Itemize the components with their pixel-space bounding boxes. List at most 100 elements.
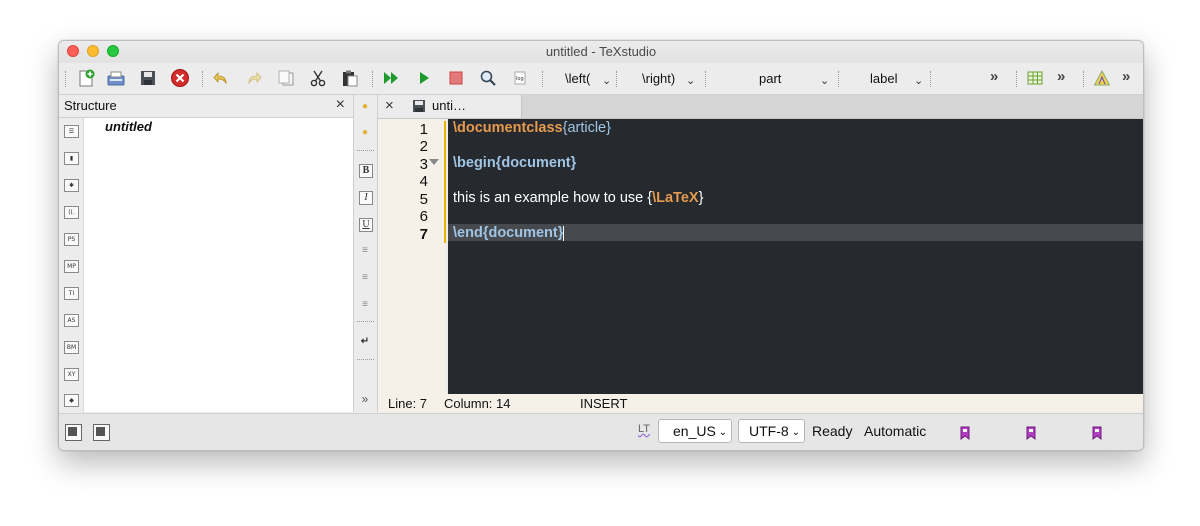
structure-title: Structure [64, 98, 117, 113]
cut-icon[interactable] [307, 67, 329, 89]
plain-text: this is an example how to use { [453, 190, 653, 206]
tab-untitled[interactable]: × unti… [378, 95, 522, 118]
structure-header: Structure × [59, 95, 353, 118]
environment-argument: {document} [495, 155, 577, 171]
paste-icon[interactable] [339, 67, 361, 89]
compile-mode-text[interactable]: Automatic [864, 423, 926, 439]
sectioning-value: part [759, 71, 782, 86]
close-icon[interactable]: × [336, 96, 345, 114]
structure-view-icon[interactable]: ☰ [64, 125, 79, 138]
pstricks-icon[interactable]: PS [64, 233, 79, 246]
toggle-messages-button[interactable] [93, 424, 110, 441]
line-number: 4 [419, 173, 428, 190]
compile-icon[interactable] [413, 67, 435, 89]
line-number: 2 [419, 138, 428, 155]
right-delimiter-combo[interactable]: \right) ⌄ [642, 68, 702, 90]
line-number: 6 [419, 208, 428, 225]
toolbar-separator [357, 150, 374, 151]
toolbar-separator [930, 71, 933, 87]
toolbar-separator [1083, 71, 1086, 87]
toolbar-separator [357, 321, 374, 322]
line-indicator: Line: 7 [388, 396, 428, 411]
redo-icon[interactable] [243, 67, 265, 89]
bookmark-next-icon[interactable]: ● [359, 127, 371, 139]
structure-side-toolbar: ☰ ▮ ✱ ((. PS MP TI AS BM XY ◆ [59, 118, 84, 412]
metapost-icon[interactable]: MP [64, 260, 79, 273]
chevron-down-icon: ⌄ [602, 75, 612, 87]
line-number: 3 [419, 156, 428, 173]
chevron-down-icon: ⌄ [686, 75, 696, 87]
toolbar-handle[interactable] [65, 71, 68, 87]
latex-command: \LaTeX [652, 190, 699, 206]
tikz-icon[interactable]: TI [64, 287, 79, 300]
xymatrix-icon[interactable]: XY [64, 368, 79, 381]
italic-icon[interactable]: I [359, 191, 373, 205]
code-line: \begin{document} [453, 155, 576, 171]
open-file-icon[interactable] [105, 67, 127, 89]
left-delimiter-value: \left( [565, 71, 591, 86]
format-toolbar: ● ● B I U ≡ ≡ ≡ ↵ » [354, 95, 378, 412]
line-number: 1 [419, 121, 428, 138]
code-line: \documentclass{article} [453, 120, 611, 136]
build-and-view-icon[interactable] [381, 67, 403, 89]
symbols-icon[interactable]: ✱ [64, 179, 79, 192]
align-center-icon[interactable]: ≡ [359, 272, 371, 284]
bookmark-icon[interactable] [1025, 426, 1037, 440]
chevron-down-icon: ⌄ [791, 427, 800, 438]
bookmark-prev-icon[interactable]: ● [359, 101, 371, 113]
toggle-structure-button[interactable] [65, 424, 82, 441]
reference-combo[interactable]: label ⌄ [870, 68, 930, 90]
view-log-icon[interactable]: log [509, 67, 531, 89]
copy-icon[interactable] [275, 67, 297, 89]
view-pdf-icon[interactable] [477, 67, 499, 89]
chevron-down-icon: ⌄ [820, 75, 830, 87]
latex-command: \begin [453, 155, 496, 171]
toolbar-overflow-icon[interactable]: » [1057, 68, 1066, 85]
bold-icon[interactable]: B [359, 164, 373, 178]
close-icon[interactable]: × [385, 97, 394, 114]
code-editor[interactable]: \documentclass{article} \begin{document}… [448, 119, 1143, 394]
bookmark-icon[interactable] [959, 426, 971, 440]
align-left-icon[interactable]: ≡ [359, 245, 371, 257]
main-window: untitled - TeXstudio log \left(⌄ \right… [58, 40, 1144, 451]
code-line: \end{document} [453, 225, 565, 241]
newline-icon[interactable]: ↵ [359, 336, 371, 348]
fold-toggle-icon[interactable] [429, 159, 439, 165]
table-icon[interactable] [1024, 67, 1046, 89]
bookmark-icon[interactable] [1091, 426, 1103, 440]
asymptote-icon[interactable]: AS [64, 314, 79, 327]
title-bar: untitled - TeXstudio [59, 41, 1143, 63]
brace: } [606, 120, 611, 136]
structure-tree-root[interactable]: untitled [105, 119, 152, 134]
brackets-icon[interactable]: ((. [64, 206, 79, 219]
toolbar-separator [838, 71, 841, 87]
toolbar-overflow-icon[interactable]: » [1122, 68, 1131, 85]
text-cursor [563, 225, 565, 241]
toolbar-separator [202, 71, 205, 87]
insert-mode-indicator[interactable]: INSERT [580, 396, 627, 411]
align-right-icon[interactable]: ≡ [359, 299, 371, 311]
status-bar: LT en_US ⌄ UTF-8 ⌄ Ready Automatic [59, 413, 1143, 450]
sectioning-combo[interactable]: part ⌄ [759, 68, 834, 90]
toolbar-overflow-icon[interactable]: » [990, 68, 999, 85]
save-icon[interactable] [137, 67, 159, 89]
underline-icon[interactable]: U [359, 218, 373, 232]
toolbar-separator [1016, 71, 1019, 87]
beamer-icon[interactable]: BM [64, 341, 79, 354]
more-tools-icon[interactable]: » [359, 393, 371, 405]
language-select[interactable]: en_US ⌄ [658, 419, 732, 443]
left-delimiter-combo[interactable]: \left( ⌄ [565, 68, 615, 90]
stop-compile-icon[interactable] [445, 67, 467, 89]
chevron-down-icon: ⌄ [914, 75, 924, 87]
user-icon[interactable]: ◆ [64, 394, 79, 407]
warning-icon[interactable] [1091, 67, 1113, 89]
close-document-icon[interactable] [169, 67, 191, 89]
tab-label: unti… [432, 98, 466, 113]
new-file-icon[interactable] [75, 67, 97, 89]
undo-icon[interactable] [210, 67, 232, 89]
chevron-down-icon: ⌄ [718, 427, 727, 438]
languagetool-icon[interactable]: LT [638, 423, 650, 435]
latex-command: \end [453, 225, 483, 241]
bookmarks-icon[interactable]: ▮ [64, 152, 79, 165]
encoding-select[interactable]: UTF-8 ⌄ [738, 419, 805, 443]
